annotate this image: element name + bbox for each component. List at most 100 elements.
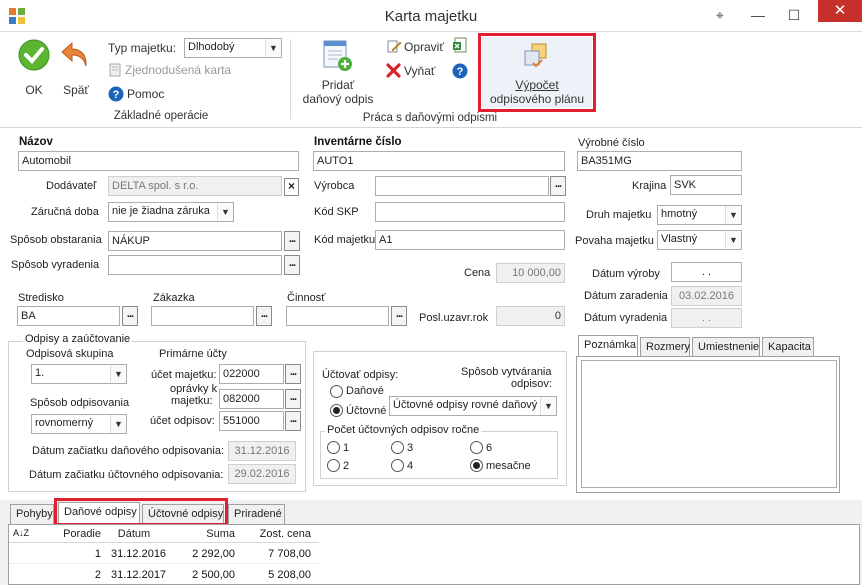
placement-date-input[interactable]: 03.02.2016 — [671, 286, 742, 306]
asset-account-input[interactable]: 022000 — [219, 364, 284, 384]
asset-type-select[interactable]: Dlhodobý ▼ — [184, 38, 282, 58]
warranty-select[interactable]: nie je žiadna záruka ▼ — [108, 202, 234, 222]
ok-label: OK — [25, 83, 43, 97]
asset-account-browse-button[interactable]: ... — [285, 364, 301, 384]
inventory-number-input[interactable]: AUTO1 — [313, 151, 565, 171]
add-tax-depreciation-button[interactable]: Pridať daňový odpis — [298, 37, 378, 107]
last-closed-year-label: Posl.uzavr.rok — [419, 312, 489, 324]
asset-kind-select[interactable]: hmotný ▼ — [657, 205, 742, 225]
tax-start-date-input[interactable]: 31.12.2016 — [228, 441, 296, 461]
manufacturer-browse-button[interactable]: ... — [550, 176, 566, 196]
cost-center-browse-button[interactable]: ... — [122, 306, 138, 326]
accounting-radio-label: Účtovné — [346, 405, 387, 417]
ok-button[interactable]: OK — [14, 39, 56, 99]
manufacture-date-input[interactable]: . . — [671, 262, 742, 282]
delete-x-icon — [386, 63, 401, 78]
sort-icon[interactable]: A↓Z — [13, 528, 29, 538]
chevron-down-icon: ▼ — [540, 397, 556, 415]
last-closed-year-input[interactable]: 0 — [496, 306, 565, 326]
accounting-start-date-input[interactable]: 29.02.2016 — [228, 464, 296, 484]
excel-export-icon[interactable] — [452, 37, 468, 53]
skp-code-label: Kód SKP — [314, 206, 359, 218]
window-title: Karta majetku — [384, 8, 478, 25]
activity-label: Činnosť — [287, 292, 326, 304]
table-row[interactable]: 2 31.12.2017 2 500,00 5 208,00 — [9, 565, 319, 585]
creation-method-select[interactable]: Účtovné odpisy rovné daňový ▼ — [389, 396, 557, 416]
activity-browse-button[interactable]: ... — [391, 306, 407, 326]
tab-capacity[interactable]: Kapacita — [762, 337, 814, 357]
tab-movements[interactable]: Pohyby — [10, 504, 54, 524]
asset-code-input[interactable]: A1 — [375, 230, 565, 250]
back-label: Späť — [63, 83, 89, 97]
table-row[interactable]: 1 31.12.2016 2 292,00 7 708,00 — [9, 544, 319, 564]
count-4-radio[interactable] — [391, 459, 404, 472]
tax-radio-label: Daňové — [346, 385, 384, 397]
group-basic-label: Základné operácie — [113, 110, 209, 122]
count-1-radio[interactable] — [327, 441, 340, 454]
depreciation-group-select[interactable]: 1. ▼ — [31, 364, 127, 384]
skp-code-input[interactable] — [375, 202, 565, 222]
count-1-label: 1 — [343, 442, 350, 454]
order-browse-button[interactable]: ... — [256, 306, 272, 326]
undo-arrow-icon — [61, 41, 87, 67]
accounting-radio[interactable] — [330, 404, 343, 417]
ribbon-separator — [290, 39, 291, 119]
activity-input[interactable] — [286, 306, 389, 326]
price-input[interactable]: 10 000,00 — [496, 263, 565, 283]
asset-nature-select[interactable]: Vlastný ▼ — [657, 230, 742, 250]
order-input[interactable] — [151, 306, 254, 326]
tab-dimensions[interactable]: Rozmery — [640, 337, 690, 357]
add-document-icon — [323, 40, 352, 71]
tab-note[interactable]: Poznámka — [578, 335, 638, 357]
tax-radio[interactable] — [330, 385, 343, 398]
disposal-date-input[interactable]: . . — [671, 308, 742, 328]
row-order: 1 — [94, 548, 101, 560]
monthly-radio[interactable] — [470, 459, 483, 472]
help-icon[interactable]: ? — [452, 63, 468, 79]
expense-account-browse-button[interactable]: ... — [285, 411, 301, 431]
depreciation-method-select[interactable]: rovnomerný ▼ — [31, 414, 127, 434]
count-6-radio[interactable] — [470, 441, 483, 454]
depreciation-group-title: Odpisy a zaúčtovanie — [23, 333, 133, 345]
back-button[interactable]: Späť — [56, 39, 96, 99]
accumulated-depreciation-input[interactable]: 082000 — [219, 389, 284, 409]
note-textarea[interactable] — [581, 360, 837, 488]
card-icon — [109, 63, 121, 77]
row-date: 31.12.2017 — [111, 569, 167, 581]
serial-number-input[interactable]: BA351MG — [577, 151, 742, 171]
disposal-input[interactable] — [108, 255, 282, 275]
close-button[interactable]: ✕ — [818, 0, 862, 22]
disposal-browse-button[interactable]: ... — [284, 255, 300, 275]
expense-account-input[interactable]: 551000 — [219, 411, 284, 431]
highlight-calc-button — [478, 33, 596, 112]
col-order[interactable]: Poradie — [43, 528, 101, 540]
name-input[interactable]: Automobil — [18, 151, 299, 171]
tab-location[interactable]: Umiestnenie — [692, 337, 760, 357]
chevron-down-icon: ▼ — [725, 231, 741, 249]
cost-center-input[interactable]: BA — [17, 306, 120, 326]
supplier-input[interactable]: DELTA spol. s r.o. — [108, 176, 282, 196]
col-date[interactable]: Dátum — [105, 528, 163, 540]
acquisition-input[interactable]: NÁKUP — [108, 231, 282, 251]
inventory-number-label: Inventárne číslo — [314, 136, 402, 148]
simple-card-label: Zjednodušená karta — [125, 63, 232, 77]
count-2-radio[interactable] — [327, 459, 340, 472]
maximize-button[interactable]: ☐ — [780, 4, 808, 26]
row-order: 2 — [94, 569, 101, 581]
pin-icon[interactable]: ⌖ — [710, 4, 730, 26]
count-3-radio[interactable] — [391, 441, 404, 454]
minimize-button[interactable]: — — [744, 4, 772, 26]
asset-kind-label: Druh majetku — [586, 209, 652, 221]
depreciation-account-label-1: oprávky k — [170, 383, 218, 395]
col-remaining-value[interactable]: Zost. cena — [241, 528, 311, 540]
count-6-label: 6 — [486, 442, 493, 454]
tab-assigned[interactable]: Priradené — [228, 504, 285, 524]
accumulated-depreciation-browse-button[interactable]: ... — [285, 389, 301, 409]
country-input[interactable]: SVK — [670, 175, 742, 195]
col-amount[interactable]: Suma — [169, 528, 235, 540]
clear-icon[interactable]: × — [284, 178, 299, 196]
manufacturer-input[interactable] — [375, 176, 549, 196]
acquisition-browse-button[interactable]: ... — [284, 231, 300, 251]
count-4-label: 4 — [407, 460, 414, 472]
disposal-date-label: Dátum vyradenia — [584, 312, 668, 324]
